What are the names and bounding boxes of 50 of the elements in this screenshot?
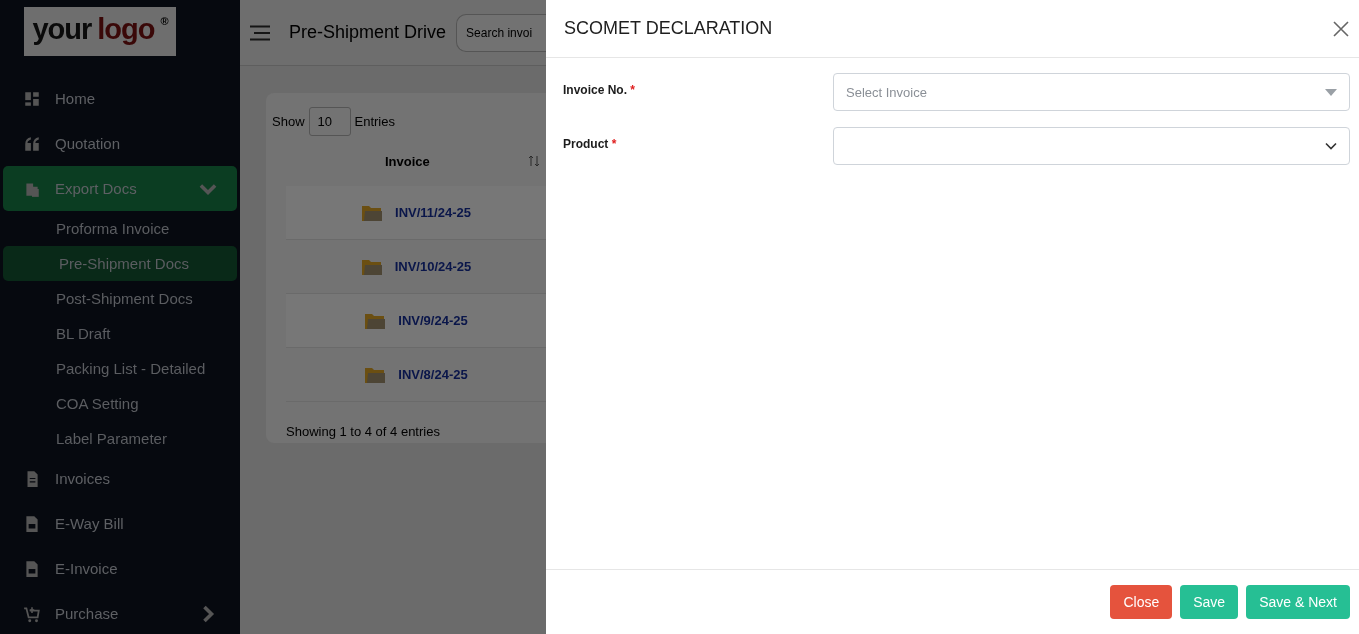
modal-button[interactable]: Save & Next bbox=[1246, 585, 1350, 619]
column-header[interactable]: Invoice bbox=[286, 136, 546, 186]
dashboard-icon bbox=[23, 89, 41, 108]
invoice-link[interactable]: INV/9/24-25 bbox=[398, 313, 468, 328]
select-field[interactable] bbox=[833, 127, 1350, 165]
sidebar-subitem[interactable]: Post-Shipment Docs bbox=[3, 281, 237, 316]
sidebar-item[interactable]: E-Way Bill bbox=[3, 501, 237, 546]
invoice-link[interactable]: INV/11/24-25 bbox=[395, 205, 471, 220]
table-info: Showing 1 to 4 of 4 entries bbox=[286, 424, 441, 439]
sidebar-item[interactable]: Invoices bbox=[3, 456, 237, 501]
search-field[interactable]: Search invoi bbox=[456, 13, 546, 52]
sidebar-subitem[interactable]: BL Draft bbox=[3, 316, 237, 351]
sidebar-subitem[interactable]: Packing List - Detailed bbox=[3, 351, 237, 386]
page-size-field[interactable]: 10 bbox=[308, 107, 351, 136]
show-label: Show bbox=[272, 114, 305, 129]
invoice-link[interactable]: INV/8/24-25 bbox=[398, 367, 468, 382]
sidebar-item[interactable]: Export Docs bbox=[3, 166, 237, 211]
field-label: Invoice No. * bbox=[563, 82, 637, 97]
folder-icon bbox=[364, 311, 387, 330]
sidebar-subitem[interactable]: Proforma Invoice bbox=[3, 211, 237, 246]
sidebar-subitem[interactable]: Pre-Shipment Docs bbox=[3, 246, 237, 281]
page-title: Pre-Shipment Drive bbox=[289, 22, 447, 43]
select-field[interactable]: Select Invoice bbox=[833, 73, 1350, 111]
sidebar-subitem[interactable]: COA Setting bbox=[3, 386, 237, 421]
sidebar-item[interactable]: Home bbox=[3, 76, 237, 121]
sidebar-item[interactable]: E-Invoice bbox=[3, 546, 237, 591]
close-icon[interactable] bbox=[1333, 20, 1349, 37]
sidebar-item[interactable]: Quotation bbox=[3, 121, 237, 166]
dropdown-arrow-icon bbox=[1325, 88, 1337, 96]
folder-icon bbox=[360, 257, 383, 276]
folder-icon bbox=[364, 365, 387, 384]
modal-button[interactable]: Save bbox=[1180, 585, 1239, 619]
document-icon bbox=[23, 514, 41, 533]
menu-icon[interactable] bbox=[249, 24, 271, 41]
logo-text: your bbox=[32, 13, 92, 46]
modal-button[interactable]: Close bbox=[1110, 585, 1173, 619]
sidebar-subitem[interactable]: Label Parameter bbox=[3, 421, 237, 456]
sidebar-item[interactable]: Purchase bbox=[3, 591, 237, 634]
invoice-link[interactable]: INV/10/24-25 bbox=[394, 259, 472, 274]
quote-icon bbox=[23, 134, 41, 153]
folder-icon bbox=[361, 203, 384, 222]
field-label: Product * bbox=[563, 136, 618, 151]
document-icon bbox=[23, 559, 41, 578]
modal-title: SCOMET DECLARATION bbox=[564, 18, 773, 39]
entries-label: Entries bbox=[354, 114, 395, 129]
chevron-icon bbox=[1325, 142, 1337, 150]
sort-icon bbox=[528, 154, 540, 168]
registered-mark: ® bbox=[160, 15, 168, 27]
cart-icon bbox=[23, 604, 41, 623]
logo-text: logo bbox=[97, 13, 155, 46]
